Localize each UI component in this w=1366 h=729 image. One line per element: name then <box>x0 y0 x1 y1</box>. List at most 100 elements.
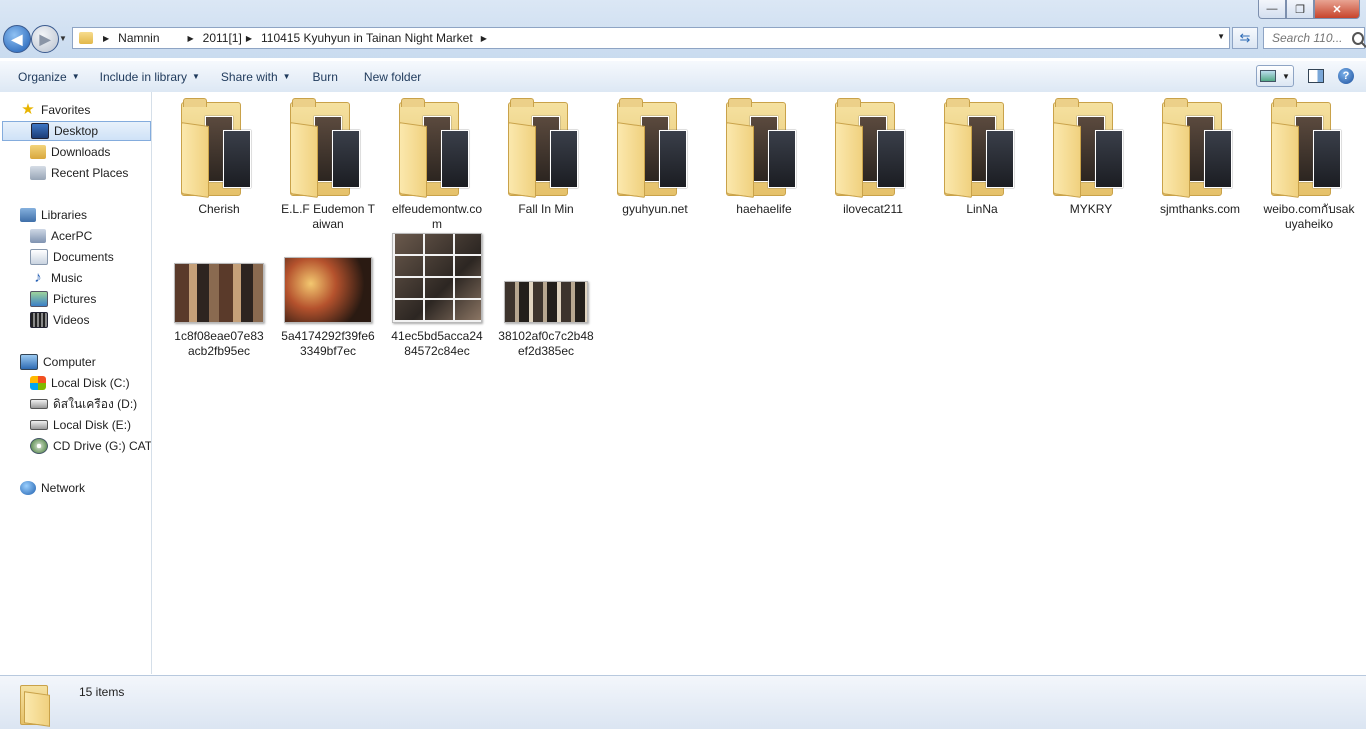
chevron-right-icon[interactable]: ▶ <box>481 34 487 43</box>
image-thumbnail <box>284 257 372 323</box>
folder-item[interactable]: weibo.comกับsakuyaheiko <box>1261 98 1357 232</box>
nav-disk-c[interactable]: Local Disk (C:) <box>0 373 151 393</box>
computer-icon <box>20 354 38 370</box>
nav-label: Favorites <box>41 103 91 117</box>
refresh-button[interactable]: ⇆ <box>1232 27 1258 49</box>
command-bar: Organize ▼ Include in library ▼ Share with… <box>0 60 1366 93</box>
nav-documents[interactable]: Documents <box>0 247 151 267</box>
nav-desktop[interactable]: Desktop <box>2 121 151 141</box>
cd-drive-icon <box>30 438 48 454</box>
folder-icon <box>1269 98 1349 198</box>
nav-label: CD Drive (G:) CAT CD <box>53 439 152 453</box>
title-bar: — ❐ ✕ ◀ ▶ ▼ ▶ Namnin ▶ 2011[1] ▶ 110415 … <box>0 0 1366 58</box>
back-button[interactable]: ◀ <box>3 25 31 53</box>
folder-icon <box>833 98 913 198</box>
folder-icon <box>20 681 54 727</box>
nav-music[interactable]: ♪ Music <box>0 268 151 288</box>
folder-item[interactable]: LinNa <box>934 98 1030 217</box>
chevron-right-icon[interactable]: ▶ <box>246 34 252 43</box>
nav-cd-drive[interactable]: CD Drive (G:) CAT CD <box>0 436 152 456</box>
nav-label: ดิสในเครือง (D:) <box>53 396 138 411</box>
chevron-down-icon: ▼ <box>71 72 80 81</box>
folder-item[interactable]: ilovecat211 <box>825 98 921 217</box>
image-name: 1c8f08eae07e83acb2fb95ec <box>174 329 264 358</box>
nav-acerpc[interactable]: AcerPC <box>0 226 151 246</box>
preview-pane-icon[interactable] <box>1308 69 1324 83</box>
refresh-icon: ⇆ <box>1239 30 1251 45</box>
chevron-right-icon[interactable]: ▶ <box>103 34 109 43</box>
nav-label: AcerPC <box>51 229 93 243</box>
new-folder-button[interactable]: New folder <box>355 65 430 89</box>
system-drive-icon <box>30 376 46 390</box>
folder-item[interactable]: E.L.F Eudemon Taiwan <box>280 98 376 232</box>
hard-drive-icon <box>30 399 48 409</box>
nav-network[interactable]: Network <box>0 478 151 498</box>
search-box[interactable] <box>1263 27 1365 49</box>
user-folder-icon <box>30 229 46 243</box>
breadcrumb-2011[interactable]: 2011[1] <box>203 28 242 48</box>
help-icon[interactable]: ? <box>1338 68 1354 84</box>
forward-arrow-icon: ▶ <box>39 30 51 47</box>
chevron-down-icon: ▼ <box>282 72 291 81</box>
folder-icon <box>288 98 368 198</box>
nav-downloads[interactable]: Downloads <box>0 142 151 162</box>
folder-item[interactable]: Fall In Min <box>498 98 594 217</box>
include-in-library-label: Include in library <box>99 69 187 84</box>
organize-button[interactable]: Organize ▼ <box>9 65 89 89</box>
search-input[interactable] <box>1270 30 1350 46</box>
burn-button[interactable]: Burn <box>304 65 347 89</box>
folder-name: Fall In Min <box>518 202 574 216</box>
address-bar[interactable]: ▶ Namnin ▶ 2011[1] ▶ 110415 Kyuhyun in T… <box>72 27 1230 49</box>
navigation-pane: ★ Favorites Desktop Downloads Recent Plac… <box>0 92 152 674</box>
share-with-label: Share with <box>220 69 278 84</box>
folder-item[interactable]: MYKRY <box>1043 98 1139 217</box>
recent-places-icon <box>30 166 46 180</box>
close-button[interactable]: ✕ <box>1314 0 1360 19</box>
forward-button[interactable]: ▶ <box>31 25 59 53</box>
nav-label: Libraries <box>41 208 88 222</box>
folder-item[interactable]: elfeudemontw.com <box>389 98 485 232</box>
folder-item[interactable]: sjmthanks.com <box>1152 98 1248 217</box>
share-with-button[interactable]: Share with ▼ <box>212 65 300 89</box>
nav-disk-d[interactable]: ดิสในเครือง (D:) <box>0 394 151 414</box>
minimize-button[interactable]: — <box>1258 0 1286 19</box>
folder-icon <box>179 98 259 198</box>
nav-pictures[interactable]: Pictures <box>0 289 151 309</box>
image-item[interactable]: 41ec5bd5acca2484572c84ec <box>389 233 485 359</box>
back-arrow-icon: ◀ <box>11 30 23 47</box>
include-in-library-button[interactable]: Include in library ▼ <box>91 65 209 89</box>
nav-recent-places[interactable]: Recent Places <box>0 163 151 183</box>
folder-item[interactable]: Cherish <box>171 98 267 217</box>
folder-name: Cherish <box>198 202 240 216</box>
recent-pages-dropdown[interactable]: ▼ <box>59 34 67 43</box>
maximize-button[interactable]: ❐ <box>1286 0 1314 19</box>
breadcrumb-namnin[interactable]: Namnin <box>118 28 159 48</box>
nav-computer[interactable]: Computer <box>0 352 151 372</box>
breadcrumb-current-folder[interactable]: 110415 Kyuhyun in Tainan Night Market <box>261 28 473 48</box>
change-view-button[interactable]: ▼ <box>1256 65 1294 87</box>
folder-item[interactable]: haehaelife <box>716 98 812 217</box>
folder-icon <box>79 32 93 44</box>
nav-libraries[interactable]: Libraries <box>0 205 151 225</box>
image-item[interactable]: 5a4174292f39fe63349bf7ec <box>280 233 376 359</box>
nav-videos[interactable]: Videos <box>0 310 151 330</box>
folder-icon <box>615 98 695 198</box>
folder-name: haehaelife <box>736 202 792 216</box>
image-item[interactable]: 38102af0c7c2b48ef2d385ec <box>498 233 594 359</box>
chevron-down-icon[interactable]: ▼ <box>1282 72 1290 81</box>
address-history-dropdown[interactable]: ▼ <box>1217 32 1225 41</box>
nav-favorites[interactable]: ★ Favorites <box>0 100 151 120</box>
libraries-icon <box>20 208 36 222</box>
film-strip-icon <box>30 312 48 328</box>
folder-item[interactable]: gyuhyun.net <box>607 98 703 217</box>
nav-disk-e[interactable]: Local Disk (E:) <box>0 415 151 435</box>
image-item[interactable]: 1c8f08eae07e83acb2fb95ec <box>171 233 267 359</box>
organize-label: Organize <box>18 69 67 84</box>
search-icon[interactable] <box>1352 31 1364 45</box>
documents-icon <box>30 249 48 265</box>
image-thumbnail <box>392 233 482 323</box>
nav-label: Videos <box>53 313 90 327</box>
nav-label: Recent Places <box>51 166 129 180</box>
chevron-right-icon[interactable]: ▶ <box>188 34 194 43</box>
nav-label: Computer <box>43 355 96 369</box>
